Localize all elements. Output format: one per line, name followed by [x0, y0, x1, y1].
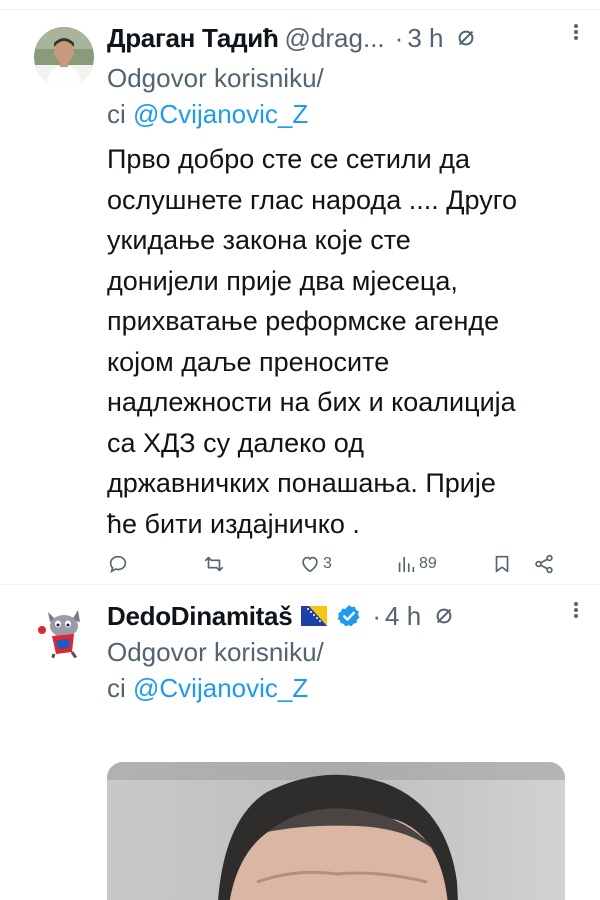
like-count: 3 [323, 555, 332, 572]
more-options-icon[interactable] [564, 22, 588, 42]
reply-prefix-suffix: ci [107, 673, 126, 703]
reply-context: Odgovor korisniku/ ci @Cvijanovic_Z [107, 60, 324, 132]
like-button[interactable]: 3 [299, 553, 332, 575]
reply-mention-link[interactable]: @Cvijanovic_Z [133, 99, 308, 129]
tweet-text-line: надлежности на бих и коалиција [107, 387, 516, 417]
tweet-text-line: ослушнете глас народа .... Друго [107, 184, 517, 215]
timestamp[interactable]: 4 h [385, 601, 421, 632]
views-button[interactable]: 89 [395, 553, 437, 575]
action-bar: 3 89 [107, 550, 562, 578]
reply-context: Odgovor korisniku/ ci @Cvijanovic_Z [107, 634, 324, 706]
grok-icon[interactable] [455, 27, 477, 49]
tweet-text-line: прихватање реформске агенде [107, 306, 500, 336]
tweet-text-line: државничких понашања. Прије [107, 468, 496, 498]
bookmark-icon [495, 555, 509, 573]
reply-mention-link[interactable]: @Cvijanovic_Z [133, 673, 308, 703]
share-icon [535, 554, 553, 574]
reply-prefix: Odgovor korisniku/ [107, 63, 324, 93]
avatar[interactable] [34, 600, 94, 660]
display-name[interactable]: Драган Тадић [107, 23, 279, 54]
tweet[interactable]: DedoDinamitaš · 4 h Odgovor korisniku/ c… [0, 586, 600, 900]
reply-prefix: Odgovor korisniku/ [107, 637, 324, 667]
tweet-text-line: укидање закона које сте [107, 225, 411, 255]
heart-icon [302, 556, 318, 573]
separator-dot: · [394, 22, 404, 53]
display-name[interactable]: DedoDinamitaš [107, 601, 293, 632]
reply-prefix-suffix: ci [107, 99, 126, 129]
tweet-media-image[interactable] [107, 762, 565, 900]
user-handle[interactable]: @drag... [285, 23, 385, 54]
verified-badge-icon[interactable] [336, 603, 362, 629]
tweet-header: DedoDinamitaš · 4 h [107, 594, 580, 638]
tweet-text: Прво добро сте се сетили да ослушнете гл… [107, 139, 577, 544]
bosnia-flag-icon [301, 606, 328, 626]
reply-icon [109, 555, 127, 574]
views-count: 89 [419, 555, 437, 572]
share-button[interactable] [533, 553, 555, 575]
retweet-button[interactable] [203, 553, 225, 575]
separator-dot: · [372, 600, 382, 631]
tweet-text-line: ће бити издајничко . [107, 508, 360, 539]
tweet-text-line: којом даље преносите [107, 346, 390, 377]
more-options-icon[interactable] [564, 600, 588, 620]
bookmark-button[interactable] [491, 553, 513, 575]
tweet-header: Драган Тадић @drag... · 3 h [107, 16, 580, 60]
top-divider [0, 0, 600, 10]
grok-icon[interactable] [433, 605, 455, 627]
tweet-text-line: донијели прије два мјесеца, [107, 265, 458, 296]
tweet-text-line: са ХДЗ су далеко од [107, 427, 364, 458]
reply-button[interactable] [107, 553, 129, 575]
timestamp[interactable]: 3 h [407, 23, 443, 54]
tweet-text-line: Прво добро сте се сетили да [107, 144, 471, 174]
retweet-icon [204, 556, 224, 572]
views-icon [398, 556, 415, 573]
avatar[interactable] [34, 27, 94, 87]
tweet[interactable]: Драган Тадић @drag... · 3 h Odgovor kori… [0, 10, 600, 585]
